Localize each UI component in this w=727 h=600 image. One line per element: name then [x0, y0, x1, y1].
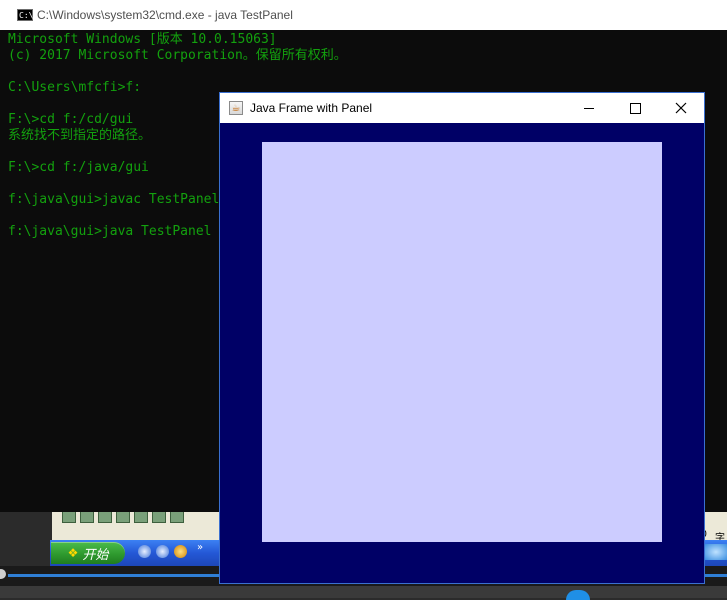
close-icon	[675, 102, 687, 114]
console-line: 系统找不到指定的路径。	[8, 128, 152, 143]
frame-content-pane	[220, 123, 704, 583]
tray-app-icon[interactable]	[566, 590, 590, 600]
progress-knob[interactable]	[0, 569, 6, 579]
console-line: F:\>cd f:/java/gui	[8, 160, 149, 175]
windows-flag-icon: ❖	[67, 546, 79, 560]
chevron-right-icon[interactable]: »	[197, 542, 203, 553]
console-line: C:\Users\mfcfi>f:	[8, 80, 142, 95]
start-label: 开始	[82, 547, 109, 563]
console-line: F:\>cd f:/cd/gui	[8, 112, 134, 127]
maximize-button[interactable]	[612, 93, 658, 123]
quicklaunch-icon[interactable]	[156, 545, 169, 558]
bottom-strip	[0, 586, 727, 598]
console-line: f:\java\gui>java TestPanel	[8, 224, 212, 239]
java-cup-icon: ☕	[229, 101, 243, 115]
minimize-button[interactable]	[566, 93, 612, 123]
console-line: Microsoft Windows [版本 10.0.15063]	[8, 32, 277, 47]
tray-icon[interactable]	[705, 544, 727, 560]
java-titlebar[interactable]: ☕ Java Frame with Panel	[220, 93, 704, 123]
quicklaunch-icon[interactable]	[174, 545, 187, 558]
cmd-title: C:\Windows\system32\cmd.exe - java TestP…	[37, 8, 293, 22]
java-frame-window: ☕ Java Frame with Panel	[219, 92, 705, 584]
minimize-icon	[584, 107, 594, 109]
inner-panel	[262, 142, 662, 542]
cmd-icon: C:\	[17, 9, 34, 21]
close-button[interactable]	[658, 93, 704, 123]
java-frame-title: Java Frame with Panel	[250, 101, 373, 115]
console-line: (c) 2017 Microsoft Corporation。保留所有权利。	[8, 48, 347, 63]
maximize-icon	[629, 102, 641, 114]
cmd-titlebar[interactable]: C:\ C:\Windows\system32\cmd.exe - java T…	[0, 0, 727, 30]
start-button[interactable]: ❖ 开始	[51, 542, 125, 564]
ie-icon[interactable]	[138, 545, 151, 558]
